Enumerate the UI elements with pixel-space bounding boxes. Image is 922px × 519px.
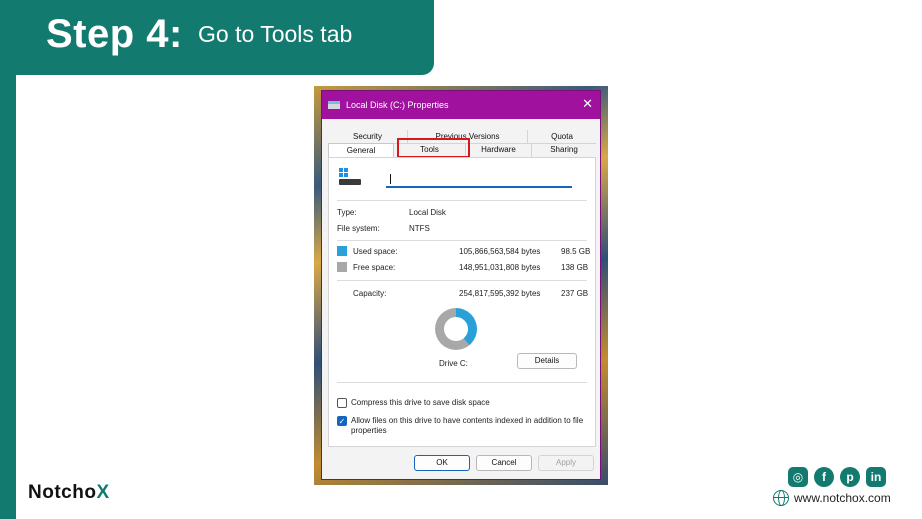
pinterest-icon[interactable]: p: [840, 467, 860, 487]
left-accent-bar: [0, 0, 16, 519]
close-icon[interactable]: ✕: [582, 95, 593, 113]
used-space-gb: 98.5 GB: [561, 247, 591, 256]
hard-drive-icon: [339, 168, 361, 188]
drive-name-input[interactable]: [386, 170, 572, 188]
disk-usage-donut: [435, 308, 477, 350]
index-checkbox[interactable]: ✓: [337, 416, 347, 426]
index-label: Allow files on this drive to have conten…: [351, 416, 584, 435]
website-link[interactable]: www.notchox.com: [773, 490, 891, 506]
drive-title-icon: [328, 101, 340, 109]
compress-label: Compress this drive to save disk space: [351, 398, 490, 407]
apply-button[interactable]: Apply: [538, 455, 594, 471]
capacity-gb: 237 GB: [561, 289, 589, 298]
step-title: Go to Tools tab: [198, 21, 353, 47]
dialog-titlebar: Local Disk (C:) Properties ✕: [322, 91, 600, 119]
properties-dialog: Local Disk (C:) Properties ✕ Security Pr…: [321, 90, 601, 480]
free-space-gb: 138 GB: [561, 263, 589, 272]
free-space-bytes: 148,951,031,808 bytes: [459, 263, 541, 272]
free-space-label: Free space:: [353, 263, 396, 272]
header-banner: Step 4: Go to Tools tab: [0, 0, 434, 75]
cancel-button[interactable]: Cancel: [476, 455, 532, 471]
tab-hardware[interactable]: Hardware: [466, 143, 532, 157]
instagram-icon[interactable]: ◎: [788, 467, 808, 487]
used-space-label: Used space:: [353, 247, 398, 256]
used-space-bytes: 105,866,563,584 bytes: [459, 247, 541, 256]
type-value: Local Disk: [409, 208, 446, 217]
divider: [337, 280, 587, 281]
desktop-background: Local Disk (C:) Properties ✕ Security Pr…: [314, 86, 608, 485]
tab-sharing[interactable]: Sharing: [532, 143, 596, 157]
website-text: www.notchox.com: [794, 491, 891, 505]
brand-logo-x: X: [96, 482, 110, 503]
tab-general[interactable]: General: [328, 143, 394, 157]
drive-label: Drive C:: [439, 359, 468, 368]
tab-security[interactable]: Security: [328, 130, 408, 144]
used-space-swatch: [337, 246, 347, 256]
step-number: Step 4:: [46, 12, 183, 56]
facebook-icon[interactable]: f: [814, 467, 834, 487]
general-tab-panel: Type: Local Disk File system: NTFS Used …: [328, 157, 596, 447]
dialog-title: Local Disk (C:) Properties: [346, 100, 449, 110]
social-links: ◎ f p in: [788, 467, 886, 487]
compress-checkbox[interactable]: [337, 398, 347, 408]
tab-quota[interactable]: Quota: [528, 130, 596, 144]
text-caret: [390, 174, 391, 184]
type-label: Type:: [337, 208, 357, 217]
brand-logo-text: Notcho: [28, 482, 97, 503]
details-button[interactable]: Details: [517, 353, 577, 369]
ok-button[interactable]: OK: [414, 455, 470, 471]
divider: [337, 382, 587, 383]
capacity-bytes: 254,817,595,392 bytes: [459, 289, 541, 298]
file-system-label: File system:: [337, 224, 380, 233]
globe-icon: [773, 490, 789, 506]
divider: [337, 200, 587, 201]
free-space-swatch: [337, 262, 347, 272]
tools-tab-highlight: [397, 138, 470, 158]
brand-logo: NotchoX: [28, 482, 110, 504]
divider: [337, 240, 587, 241]
file-system-value: NTFS: [409, 224, 430, 233]
capacity-label: Capacity:: [353, 289, 387, 298]
linkedin-icon[interactable]: in: [866, 467, 886, 487]
